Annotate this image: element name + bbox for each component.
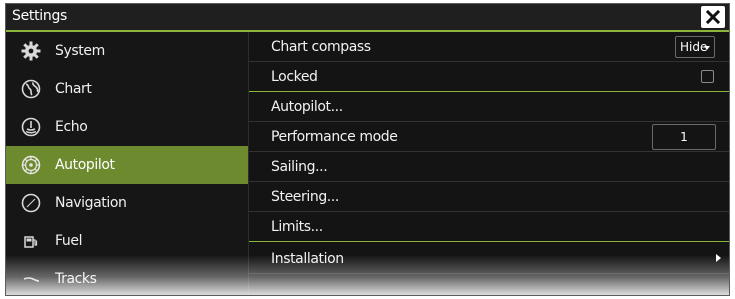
settings-window: Settings System Chart Echo Autopilot Nav… (5, 3, 730, 296)
sidebar-item-autopilot[interactable]: Autopilot (6, 146, 248, 184)
performance-mode-label: Performance mode (271, 129, 398, 145)
sidebar-item-echo[interactable]: Echo (6, 108, 248, 146)
chevron-down-icon (704, 46, 710, 50)
locked-row: Locked (249, 62, 729, 92)
sidebar-item-fuel[interactable]: Fuel (6, 222, 248, 260)
sonar-icon (21, 117, 41, 137)
installation-row[interactable]: Installation (249, 244, 729, 274)
tracks-icon (23, 277, 40, 282)
sailing-label: Sailing... (271, 159, 328, 175)
sidebar-item-label: Tracks (55, 271, 97, 287)
sidebar-item-label: Chart (55, 81, 92, 97)
sidebar-item-system[interactable]: System (6, 32, 248, 70)
sidebar-item-label: Fuel (55, 233, 83, 249)
gear-icon (21, 41, 41, 61)
sidebar-item-label: Navigation (55, 195, 127, 211)
steering-label: Steering... (271, 189, 339, 205)
settings-sidebar: System Chart Echo Autopilot Navigation F… (6, 32, 249, 295)
sidebar-item-label: Autopilot (55, 157, 115, 173)
installation-label: Installation (271, 251, 344, 267)
performance-mode-input[interactable]: 1 (652, 124, 716, 150)
locked-label: Locked (271, 69, 318, 85)
chevron-right-icon (716, 254, 721, 262)
autopilot-row[interactable]: Autopilot... (249, 92, 729, 122)
sidebar-item-chart[interactable]: Chart (6, 70, 248, 108)
steering-row[interactable]: Steering... (249, 182, 729, 212)
fuel-pump-icon (24, 236, 38, 248)
settings-panel: Chart compass Hide Locked Autopilot... P… (249, 32, 729, 295)
sailing-row[interactable]: Sailing... (249, 152, 729, 182)
steering-wheel-icon (21, 155, 41, 175)
close-button[interactable] (701, 6, 725, 28)
window-title: Settings (12, 8, 68, 24)
sidebar-item-tracks[interactable]: Tracks (6, 260, 248, 295)
chart-compass-row: Chart compass Hide (249, 32, 729, 62)
sidebar-item-label: System (55, 43, 105, 59)
sidebar-item-label: Echo (55, 119, 88, 135)
globe-icon (21, 79, 41, 99)
performance-mode-row: Performance mode 1 (249, 122, 729, 152)
locked-checkbox[interactable] (701, 70, 714, 83)
autopilot-label: Autopilot... (271, 99, 343, 115)
limits-row[interactable]: Limits... (249, 212, 729, 242)
chart-compass-label: Chart compass (271, 39, 371, 55)
title-bar: Settings (6, 4, 729, 32)
compass-icon (21, 193, 41, 213)
close-icon (706, 10, 720, 24)
limits-label: Limits... (271, 219, 323, 235)
chart-compass-dropdown[interactable]: Hide (675, 36, 715, 58)
sidebar-item-navigation[interactable]: Navigation (6, 184, 248, 222)
